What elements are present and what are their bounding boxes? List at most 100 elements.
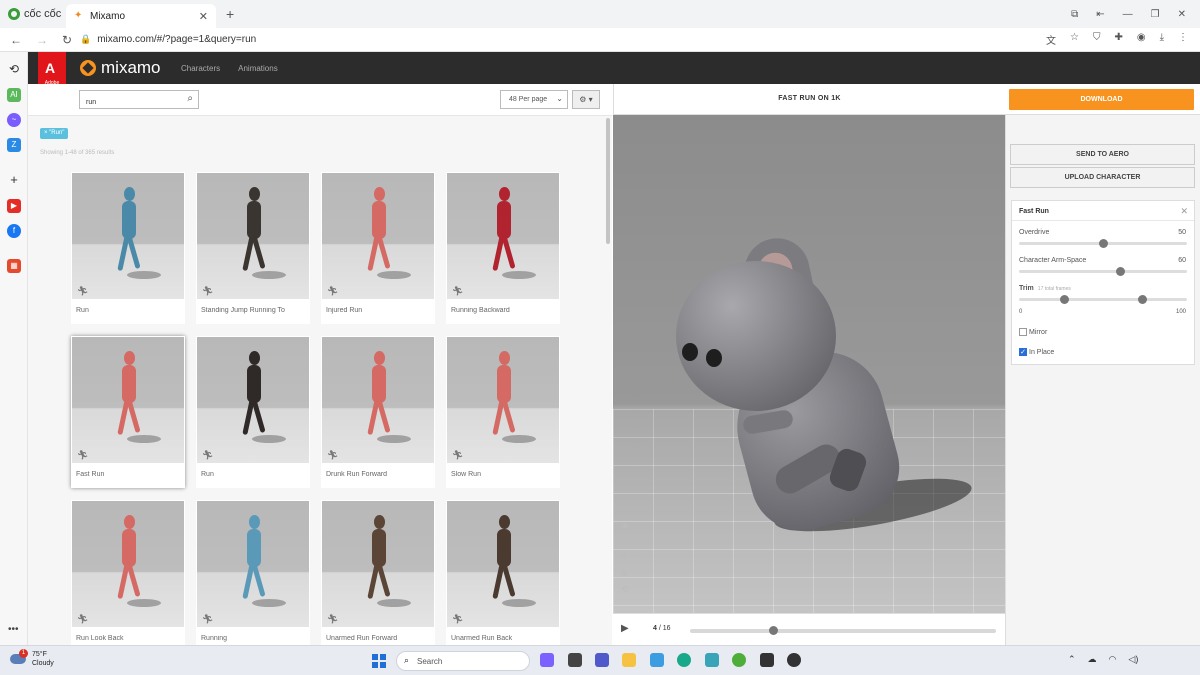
ai-icon[interactable]: AI — [7, 88, 21, 102]
reset-view-icon[interactable]: ⟲ — [621, 584, 629, 595]
minimize-icon[interactable]: — — [1123, 9, 1133, 20]
animation-thumbnail[interactable]: 🏃︎ — [197, 501, 309, 627]
calendar-icon[interactable]: ▦ — [7, 259, 21, 273]
animation-card[interactable]: 🏃︎ Unarmed Run Back — [446, 500, 560, 645]
zalo-icon[interactable]: Z — [7, 138, 21, 152]
bookmark-star-icon[interactable]: ☆ — [1070, 32, 1079, 47]
animation-thumbnail[interactable]: 🏃︎ — [72, 337, 184, 463]
back-history-icon[interactable]: ⇤ — [1096, 9, 1104, 20]
animation-thumbnail[interactable]: 🏃︎ — [322, 501, 434, 627]
3d-viewport[interactable]: ◉ ↻ ✥ ⊕ ⟲ — [613, 115, 1005, 613]
teams-icon[interactable] — [595, 653, 609, 667]
youtube-icon[interactable]: ▶ — [7, 199, 21, 213]
search-input[interactable] — [80, 94, 180, 111]
extensions-icon[interactable]: ✚ — [1114, 32, 1122, 47]
weather-widget[interactable]: 1 75°F Cloudy — [10, 649, 54, 668]
app-icon[interactable] — [787, 653, 801, 667]
facebook-icon[interactable]: f — [7, 224, 21, 238]
animation-thumbnail[interactable]: 🏃︎ — [322, 337, 434, 463]
search-icon[interactable]: ⌕ — [187, 93, 193, 104]
animation-card[interactable]: 🏃︎ Running Backward — [446, 172, 560, 324]
send-to-aero-button[interactable]: SEND TO AERO — [1010, 144, 1195, 165]
scrollbar[interactable] — [606, 118, 610, 244]
trim-slider[interactable] — [1019, 295, 1187, 304]
browser-brand[interactable]: cốc cốc — [0, 8, 66, 20]
animation-thumbnail[interactable]: 🏃︎ — [447, 173, 559, 299]
animation-thumbnail[interactable]: 🏃︎ — [197, 173, 309, 299]
profile-icon[interactable]: ◉ — [1137, 32, 1146, 47]
timeline-knob[interactable] — [768, 626, 778, 635]
inplace-checkbox[interactable]: ✓ In Place — [1019, 348, 1054, 356]
store-icon[interactable] — [650, 653, 664, 667]
file-explorer-icon[interactable] — [622, 653, 636, 667]
translate-icon[interactable]: 文 — [1046, 32, 1056, 47]
widgets-icon[interactable] — [540, 653, 554, 667]
rotate-icon[interactable]: ↻ — [621, 536, 629, 547]
timeline-slider[interactable] — [690, 626, 996, 635]
animation-thumbnail[interactable]: 🏃︎ — [322, 173, 434, 299]
pan-icon[interactable]: ✥ — [621, 552, 629, 563]
close-icon[interactable]: ✕ — [1180, 206, 1188, 217]
sidebar-more-icon[interactable]: ••• — [8, 624, 19, 635]
windows-start-icon[interactable] — [372, 654, 386, 668]
settings-dropdown-button[interactable]: ⚙ ▾ — [572, 90, 600, 109]
wifi-icon[interactable]: ◠ — [1109, 654, 1117, 665]
animation-card[interactable]: 🏃︎ Standing Jump Running To — [196, 172, 310, 324]
add-app-icon[interactable]: + — [7, 173, 21, 187]
nav-characters[interactable]: Characters — [181, 64, 220, 73]
mirror-box[interactable] — [1019, 328, 1027, 336]
messenger-icon[interactable]: ~ — [7, 113, 21, 127]
animation-card[interactable]: 🏃︎ Slow Run — [446, 336, 560, 488]
animation-card[interactable]: 🏃︎ Unarmed Run Forward — [321, 500, 435, 645]
animation-card[interactable]: 🏃︎ Run — [71, 172, 185, 324]
trim-end-knob[interactable] — [1137, 295, 1147, 304]
chevron-up-icon[interactable]: ⌃ — [1068, 654, 1076, 665]
history-icon[interactable]: ⟲ — [7, 62, 21, 76]
upload-character-button[interactable]: UPLOAD CHARACTER — [1010, 167, 1195, 188]
armspace-slider[interactable] — [1019, 267, 1187, 276]
overdrive-slider[interactable] — [1019, 239, 1187, 248]
animation-thumbnail[interactable]: 🏃︎ — [72, 501, 184, 627]
task-view-icon[interactable] — [568, 653, 582, 667]
url-field[interactable]: 🔒 mixamo.com/#/?page=1&query=run — [80, 34, 256, 45]
overdrive-knob[interactable] — [1099, 239, 1108, 248]
tab-close-icon[interactable]: ✕ — [199, 10, 208, 23]
mixamo-logo[interactable]: mixamo — [80, 58, 161, 78]
inplace-box[interactable]: ✓ — [1019, 348, 1027, 356]
zoom-icon[interactable]: ⊕ — [621, 568, 629, 579]
tab-search-icon[interactable]: ⧉ — [1071, 9, 1078, 20]
animation-card[interactable]: 🏃︎ Run — [196, 336, 310, 488]
onedrive-icon[interactable]: ☁ — [1088, 654, 1097, 665]
filter-tag[interactable]: × "Run" — [40, 128, 69, 139]
animation-thumbnail[interactable]: 🏃︎ — [447, 501, 559, 627]
animation-thumbnail[interactable]: 🏃︎ — [72, 173, 184, 299]
trim-start-knob[interactable] — [1060, 295, 1070, 304]
camera-icon[interactable]: ◉ — [621, 520, 629, 531]
nav-animations[interactable]: Animations — [238, 64, 278, 73]
forward-icon[interactable]: → — [36, 33, 48, 47]
maya-icon[interactable] — [705, 653, 719, 667]
armspace-knob[interactable] — [1115, 267, 1125, 276]
animation-card[interactable]: 🏃︎ Running — [196, 500, 310, 645]
reload-icon[interactable]: ↻ — [62, 33, 72, 47]
lock-icon[interactable]: 🔒 — [80, 34, 91, 45]
taskbar-search[interactable]: ⌕ Search — [396, 651, 530, 671]
volume-icon[interactable]: ◁) — [1128, 654, 1138, 665]
download-icon[interactable]: ⤓ — [1160, 32, 1164, 47]
animation-card[interactable]: 🏃︎ Drunk Run Forward — [321, 336, 435, 488]
edge-icon[interactable] — [677, 653, 691, 667]
mirror-checkbox[interactable]: Mirror — [1019, 328, 1047, 336]
shield-icon[interactable]: ⛉ — [1093, 32, 1101, 47]
animation-card[interactable]: 🏃︎ Injured Run — [321, 172, 435, 324]
new-tab-button[interactable]: + — [226, 6, 234, 22]
restore-icon[interactable]: ❐ — [1151, 9, 1160, 20]
animation-thumbnail[interactable]: 🏃︎ — [197, 337, 309, 463]
menu-icon[interactable]: ⋮ — [1178, 32, 1188, 47]
back-icon[interactable]: ← — [10, 33, 22, 47]
play-icon[interactable]: ▶ — [621, 623, 629, 634]
tab-mixamo[interactable]: ✦ Mixamo ✕ — [66, 4, 216, 28]
animation-thumbnail[interactable]: 🏃︎ — [447, 337, 559, 463]
coccoc-taskbar-icon[interactable] — [732, 653, 746, 667]
animation-card[interactable]: 🏃︎ Run Look Back — [71, 500, 185, 645]
close-window-icon[interactable]: ✕ — [1178, 9, 1186, 20]
